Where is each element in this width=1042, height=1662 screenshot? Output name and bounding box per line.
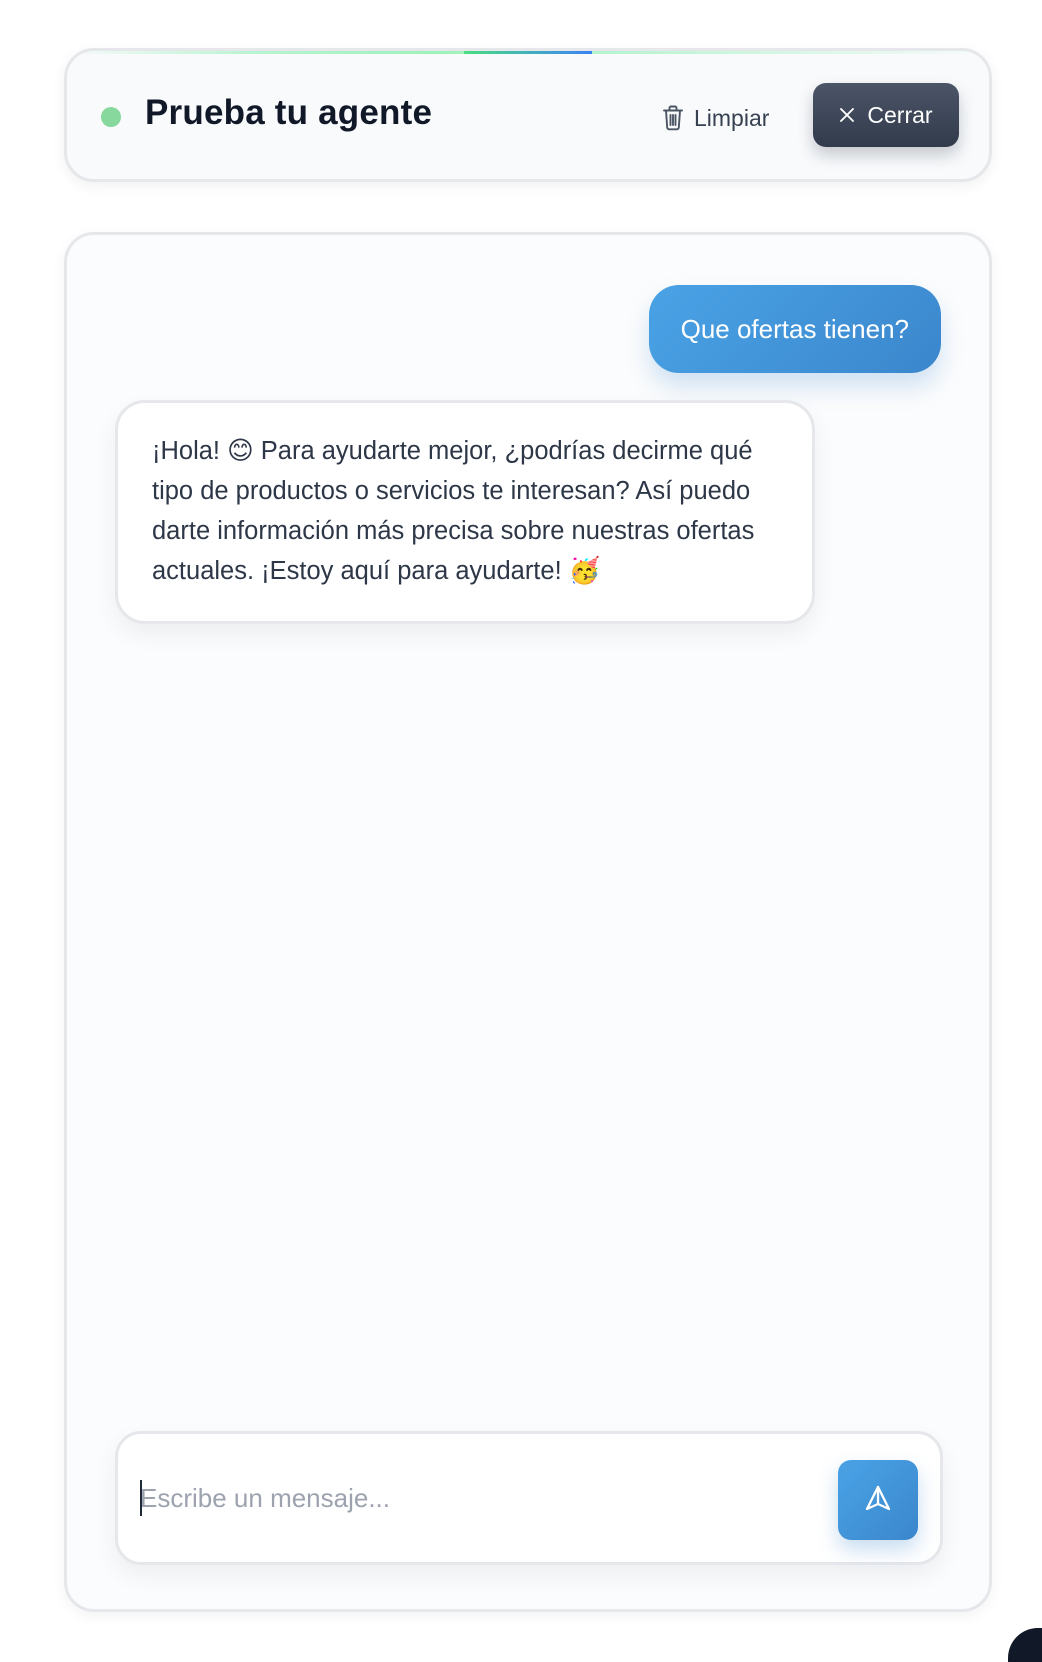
user-message: Que ofertas tienen? <box>648 285 941 373</box>
close-button-label: Cerrar <box>867 101 933 128</box>
send-button[interactable] <box>838 1460 918 1540</box>
send-icon <box>863 1483 893 1518</box>
clear-button-label: Limpiar <box>694 104 770 131</box>
assistant-message: ¡Hola! 😊 Para ayudarte mejor, ¿podrías d… <box>115 400 815 624</box>
header-progress-accent <box>464 51 592 54</box>
window-corner <box>1008 1628 1042 1662</box>
close-icon <box>839 102 855 129</box>
message-composer <box>115 1431 943 1565</box>
chat-panel: Que ofertas tienen? ¡Hola! 😊 Para ayudar… <box>64 232 992 1612</box>
text-caret <box>140 1480 142 1516</box>
page-title: Prueba tu agente <box>145 93 433 132</box>
clear-button[interactable]: Limpiar <box>662 101 769 135</box>
message-input[interactable] <box>140 1470 790 1526</box>
status-dot <box>101 107 121 127</box>
trash-icon <box>662 105 684 131</box>
chat-test-page: Prueba tu agente Limpiar Cerrar Que ofer… <box>0 0 1042 1662</box>
agent-header: Prueba tu agente Limpiar Cerrar <box>64 48 992 182</box>
close-button[interactable]: Cerrar <box>813 83 959 147</box>
